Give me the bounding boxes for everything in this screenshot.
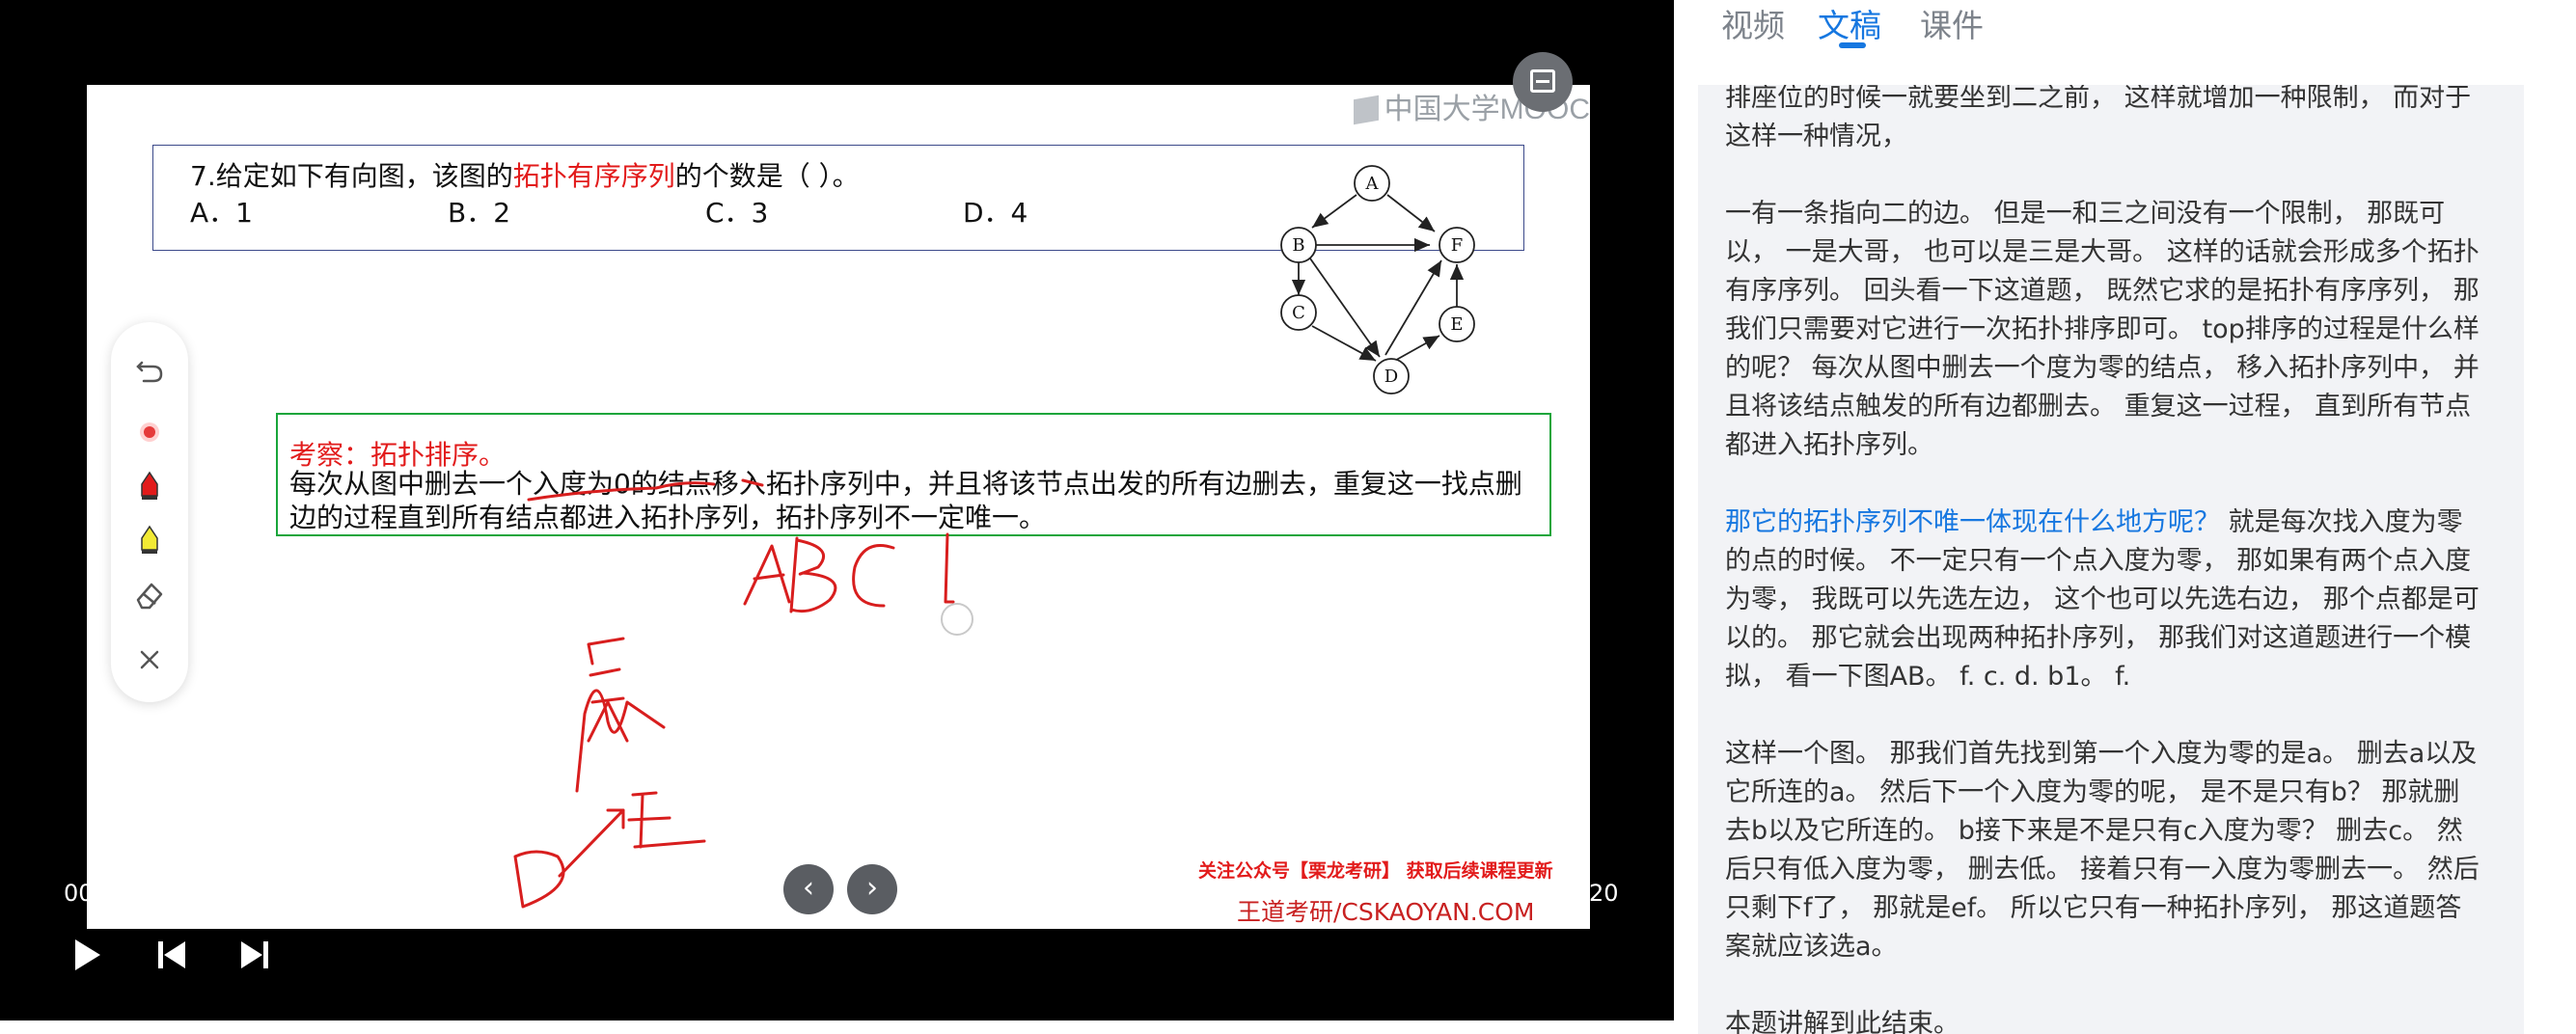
question-options: A．1 B．2 C．3 D．4 xyxy=(190,192,1220,231)
ink-letter-d2 xyxy=(513,850,565,909)
annotation-toolbar xyxy=(111,322,188,702)
node-label-b: B xyxy=(1292,235,1304,256)
previous-icon[interactable] xyxy=(152,936,191,974)
app-root: 中国大学MOOC 7.给定如下有向图，该图的拓扑有序序列的个数是（ ）。 A．1… xyxy=(0,0,2576,1034)
eraser-icon[interactable] xyxy=(130,575,169,613)
ink-letter-a xyxy=(743,544,791,606)
analysis-body: 每次从图中删去一个入度为0的结点移入拓扑序列中，并且将该节点出发的所有边删去，重… xyxy=(289,468,1522,533)
transcript-panel[interactable]: 一要坐下 一张是就请, 一是三的大哥, 一是三的弟弟。 那现在时候排座位的时候一… xyxy=(1698,85,2524,1034)
red-dot-pen-icon[interactable] xyxy=(130,413,169,451)
transcript-paragraph: 这样一个图。 那我们首先找到第一个入度为零的是a。 删去a以及它所连的a。 然后… xyxy=(1725,739,2480,962)
ink-letter-e2 xyxy=(627,791,706,849)
tab-video[interactable]: 视频 xyxy=(1721,0,1785,46)
play-icon[interactable] xyxy=(68,936,106,974)
footer-note: 关注公众号【栗龙考研】 获取后续课程更新 xyxy=(1198,860,1553,882)
transcript-content: 一要坐下 一张是就请, 一是三的大哥, 一是三的弟弟。 那现在时候排座位的时候一… xyxy=(1725,85,2483,1034)
transcript-paragraph: 那它的拓扑序列不唯一体现在什么地方呢？ 就是每次找入度为零的点的时候。 不一定只… xyxy=(1725,503,2483,696)
time-current: 00 xyxy=(64,880,94,907)
footer-brand: 王道考研/CSKAOYAN.COM xyxy=(1237,898,1535,926)
ink-letter-b xyxy=(789,536,837,613)
capture-button[interactable] xyxy=(1513,52,1573,112)
red-marker-icon[interactable] xyxy=(130,467,169,505)
close-icon[interactable] xyxy=(130,640,169,679)
slide-content: 中国大学MOOC 7.给定如下有向图，该图的拓扑有序序列的个数是（ ）。 A．1… xyxy=(87,85,1590,929)
transcript-paragraph: 一要坐下 一张是就请, 一是三的大哥, 一是三的弟弟。 那现在时候排座位的时候一… xyxy=(1725,85,2472,151)
video-player[interactable]: 中国大学MOOC 7.给定如下有向图，该图的拓扑有序序列的个数是（ ）。 A．1… xyxy=(0,0,1674,1020)
next-icon[interactable] xyxy=(235,936,274,974)
edge-a-f xyxy=(1386,194,1436,232)
ink-letter-e xyxy=(587,637,625,704)
tab-courseware[interactable]: 课件 xyxy=(1920,0,1984,46)
ink-letter-c xyxy=(852,544,895,608)
analysis-box: 考察：拓扑排序。 每次从图中删去一个入度为0的结点移入拓扑序列中，并且将该节点出… xyxy=(276,413,1551,536)
node-label-c: C xyxy=(1292,303,1305,323)
node-label-f: F xyxy=(1451,235,1464,256)
ink-cursor xyxy=(941,603,973,636)
option-c: C．3 xyxy=(705,197,769,229)
highlighter-icon[interactable] xyxy=(130,521,169,559)
time-total: 20 xyxy=(1589,880,1619,907)
prev-page-button[interactable]: ‹ xyxy=(783,864,834,914)
option-d: D．4 xyxy=(963,197,1028,229)
transcript-paragraph: 一有一条指向二的边。 但是一和三之间没有一个限制， 那既可以， 一是大哥， 也可… xyxy=(1725,199,2480,460)
active-tab-indicator xyxy=(1839,42,1866,48)
question-prefix: 7.给定如下有向图，该图的 xyxy=(190,160,513,192)
undo-icon[interactable] xyxy=(130,349,169,388)
node-label-d: D xyxy=(1384,367,1398,387)
ink-letter-d xyxy=(944,532,955,604)
edge-d-f xyxy=(1384,259,1442,356)
capture-icon xyxy=(1530,69,1555,93)
ink-arrow xyxy=(587,700,629,743)
mooc-logo-icon xyxy=(1353,95,1379,125)
option-a: A．1 xyxy=(190,197,253,229)
edge-b-d xyxy=(1309,258,1381,358)
node-label-a: A xyxy=(1365,174,1380,194)
edge-c-d xyxy=(1311,325,1377,362)
transcript-paragraph: 本题讲解到此结束。 xyxy=(1725,1009,1959,1034)
ink-arrow-2 xyxy=(558,808,625,878)
edge-a-b xyxy=(1311,194,1357,229)
question-suffix: 的个数是（ ）。 xyxy=(674,160,860,192)
question-text: 7.给定如下有向图，该图的拓扑有序序列的个数是（ ）。 xyxy=(190,155,860,194)
tab-transcript[interactable]: 文稿 xyxy=(1818,0,1881,46)
panel-tabs: 视频 文稿 课件 xyxy=(1675,0,2576,85)
node-label-e: E xyxy=(1450,314,1463,335)
next-page-button[interactable]: › xyxy=(847,864,897,914)
directed-graph: A B C D E F xyxy=(1280,165,1475,395)
transcript-highlight: 那它的拓扑序列不唯一体现在什么地方呢？ xyxy=(1725,507,2220,537)
question-highlight: 拓扑有序序列 xyxy=(512,160,675,192)
edge-d-e xyxy=(1390,335,1440,364)
ink-letter-f xyxy=(575,689,666,793)
option-b: B．2 xyxy=(448,197,511,229)
